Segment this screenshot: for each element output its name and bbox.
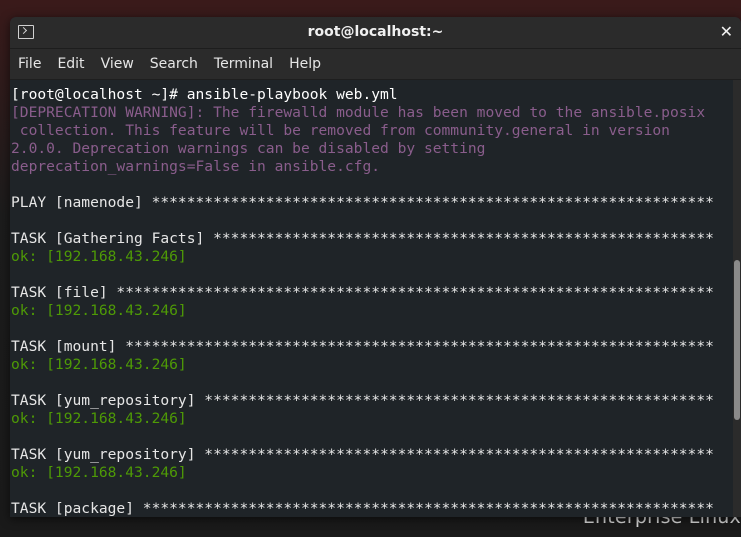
terminal-line: TASK [yum_repository] ******************… — [11, 446, 714, 463]
title-bar[interactable]: root@localhost:~ ✕ — [10, 17, 741, 49]
terminal-line: [root@localhost ~]# ansible-playbook web… — [11, 86, 398, 103]
terminal-line: 2.0.0. Deprecation warnings can be disab… — [11, 140, 486, 157]
menu-terminal[interactable]: Terminal — [206, 49, 281, 79]
terminal-line: ok: [192.168.43.246] — [11, 356, 187, 373]
terminal-output[interactable]: [root@localhost ~]# ansible-playbook web… — [10, 80, 733, 517]
close-icon[interactable]: ✕ — [720, 22, 733, 41]
menu-help[interactable]: Help — [281, 49, 329, 79]
terminal-line: ok: [192.168.43.246] — [11, 302, 187, 319]
terminal-window: root@localhost:~ ✕ File Edit View Search… — [10, 17, 741, 517]
terminal-line: [DEPRECATION WARNING]: The firewalld mod… — [11, 104, 706, 121]
scrollbar-thumb[interactable] — [734, 260, 740, 420]
menu-search[interactable]: Search — [142, 49, 206, 79]
terminal-line: collection. This feature will be removed… — [11, 122, 670, 139]
scrollbar[interactable] — [733, 80, 741, 517]
terminal-line: TASK [yum_repository] ******************… — [11, 392, 714, 409]
menu-file[interactable]: File — [10, 49, 49, 79]
terminal-line: deprecation_warnings=False in ansible.cf… — [11, 158, 381, 175]
terminal-line: TASK [file] ****************************… — [11, 284, 714, 301]
terminal-line: PLAY [namenode] ************************… — [11, 194, 714, 211]
window-title: root@localhost:~ — [307, 24, 444, 40]
menu-bar: File Edit View Search Terminal Help — [10, 49, 741, 80]
terminal-line: TASK [Gathering Facts] *****************… — [11, 230, 714, 247]
terminal-line: ok: [192.168.43.246] — [11, 464, 187, 481]
terminal-line: TASK [mount] ***************************… — [11, 338, 714, 355]
terminal-line: ok: [192.168.43.246] — [11, 248, 187, 265]
terminal-line: TASK [package] *************************… — [11, 500, 714, 517]
menu-edit[interactable]: Edit — [49, 49, 92, 79]
terminal-line: ok: [192.168.43.246] — [11, 410, 187, 427]
menu-view[interactable]: View — [93, 49, 142, 79]
